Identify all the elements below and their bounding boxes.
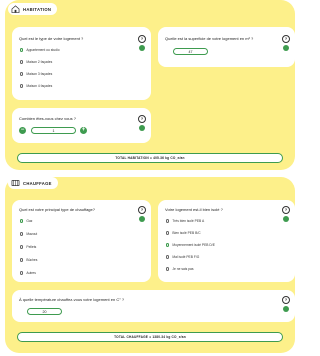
heating-type-option[interactable]: Pellets <box>20 245 36 249</box>
temperature-info: ? <box>282 296 290 312</box>
lightbulb-icon[interactable] <box>139 45 145 51</box>
housing-type-radio[interactable] <box>20 72 24 76</box>
heating-type-option-label: Autres <box>26 271 36 275</box>
question-circle-icon[interactable]: ? <box>138 35 146 43</box>
temperature-question: À quelle température chauffez-vous votre… <box>19 297 125 302</box>
insulation-radio[interactable] <box>166 255 170 259</box>
heating-type-option[interactable]: Mazout <box>20 232 37 236</box>
chauffage-header: CHAUFFAGE <box>8 177 58 189</box>
decrement-button[interactable]: − <box>19 127 26 134</box>
housing-type-radio[interactable] <box>20 48 24 52</box>
insulation-option-label: Mal isolé PEB F/G <box>172 255 200 259</box>
housing-type-option[interactable]: Maison 3 façades <box>20 72 52 76</box>
heating-type-option-label: Pellets <box>26 245 37 249</box>
surface-input[interactable]: 47 <box>173 48 208 55</box>
question-circle-icon[interactable]: ? <box>282 206 290 214</box>
heating-type-option-label: Mazout <box>26 232 38 236</box>
heating-type-info: ? <box>138 206 146 222</box>
habitation-total-label: TOTAL HABITATION <box>115 156 149 160</box>
insulation-card: Votre logement est-il bien isolé ? ? Trè… <box>158 200 295 282</box>
lightbulb-icon[interactable] <box>139 216 145 222</box>
insulation-radio[interactable] <box>166 267 170 271</box>
insulation-option-label: Moyennement isolé PEB D/E <box>172 243 215 247</box>
housing-type-question: Quel est le type de votre logement ? <box>19 36 84 41</box>
heating-type-radio[interactable] <box>20 258 24 262</box>
surface-card: Quelle est la superficie de votre logeme… <box>158 27 295 67</box>
lightbulb-icon[interactable] <box>283 306 289 312</box>
heating-type-radio[interactable] <box>20 232 24 236</box>
habitation-header: HABITATION <box>8 3 58 15</box>
housing-type-option-label: Maison 3 façades <box>26 72 53 76</box>
insulation-option[interactable]: Mal isolé PEB F/G <box>166 255 199 259</box>
radiator-icon <box>11 179 20 187</box>
question-circle-icon[interactable]: ? <box>138 206 146 214</box>
insulation-radio[interactable] <box>166 219 170 223</box>
house-icon <box>11 5 20 13</box>
chauffage-total: TOTAL CHAUFFAGE = 1380.34 kg CO_e/an <box>17 332 283 342</box>
heating-type-question: Quel est votre principal type de chauffa… <box>19 207 95 212</box>
housing-type-option[interactable]: Maison 2 façades <box>20 60 52 64</box>
heating-type-option-label: Bûches <box>26 258 38 262</box>
insulation-option-label: Bien isolé PEB B/C <box>172 231 201 235</box>
people-card: Combien êtes-vous chez vous ? ? − 1 + <box>12 108 151 143</box>
surface-info: ? <box>282 35 290 51</box>
housing-type-info: ? <box>138 35 146 51</box>
insulation-option[interactable]: Je ne sais pas <box>166 267 193 271</box>
housing-type-option-label: Maison 2 façades <box>26 60 53 64</box>
heating-type-option[interactable]: Gaz <box>20 219 32 223</box>
people-info: ? <box>138 115 146 131</box>
habitation-total-value: = 405.36 kg CO_e/an <box>149 156 185 160</box>
insulation-question: Votre logement est-il bien isolé ? <box>165 207 223 212</box>
heating-type-option-label: Gaz <box>26 219 33 223</box>
heating-type-radio[interactable] <box>20 245 24 249</box>
housing-type-radio[interactable] <box>20 60 24 64</box>
heating-type-card: Quel est votre principal type de chauffa… <box>12 200 151 282</box>
chauffage-total-value: = 1380.34 kg CO_e/an <box>149 335 186 339</box>
heating-type-option[interactable]: Autres <box>20 271 36 275</box>
housing-type-option-label: Appartement ou studio <box>26 48 60 52</box>
temperature-input[interactable]: 20 <box>27 308 62 315</box>
heating-type-option[interactable]: Bûches <box>20 258 37 262</box>
chauffage-section: CHAUFFAGE Quel est votre principal type … <box>5 177 295 353</box>
insulation-radio[interactable] <box>166 231 170 235</box>
question-circle-icon[interactable]: ? <box>282 35 290 43</box>
people-question: Combien êtes-vous chez vous ? <box>19 116 76 121</box>
insulation-option-label: Je ne sais pas <box>172 267 194 271</box>
question-circle-icon[interactable]: ? <box>138 115 146 123</box>
heating-type-radio[interactable] <box>20 219 24 223</box>
housing-type-radio[interactable] <box>20 84 24 88</box>
insulation-option[interactable]: Moyennement isolé PEB D/E <box>166 243 215 247</box>
insulation-option[interactable]: Bien isolé PEB B/C <box>166 231 201 235</box>
habitation-total: TOTAL HABITATION = 405.36 kg CO_e/an <box>17 153 283 163</box>
habitation-section: HABITATION Quel est le type de votre log… <box>5 0 295 170</box>
insulation-option[interactable]: Très bien isolé PEB A <box>166 219 204 223</box>
chauffage-title: CHAUFFAGE <box>23 180 52 186</box>
temperature-card: À quelle température chauffez-vous votre… <box>12 290 295 322</box>
question-circle-icon[interactable]: ? <box>282 296 290 304</box>
lightbulb-icon[interactable] <box>283 45 289 51</box>
housing-type-card: Quel est le type de votre logement ? ? A… <box>12 27 151 100</box>
insulation-info: ? <box>282 206 290 222</box>
lightbulb-icon[interactable] <box>139 125 145 131</box>
increment-button[interactable]: + <box>80 127 87 134</box>
housing-type-option-label: Maison 4 façades <box>26 84 53 88</box>
lightbulb-icon[interactable] <box>283 216 289 222</box>
chauffage-total-label: TOTAL CHAUFFAGE <box>114 335 149 339</box>
habitation-title: HABITATION <box>23 6 52 12</box>
surface-question: Quelle est la superficie de votre logeme… <box>165 36 254 41</box>
heating-type-radio[interactable] <box>20 271 24 275</box>
insulation-radio[interactable] <box>166 243 170 247</box>
people-input[interactable]: 1 <box>31 127 76 134</box>
housing-type-option[interactable]: Maison 4 façades <box>20 84 52 88</box>
housing-type-option[interactable]: Appartement ou studio <box>20 48 60 52</box>
insulation-option-label: Très bien isolé PEB A <box>172 219 205 223</box>
